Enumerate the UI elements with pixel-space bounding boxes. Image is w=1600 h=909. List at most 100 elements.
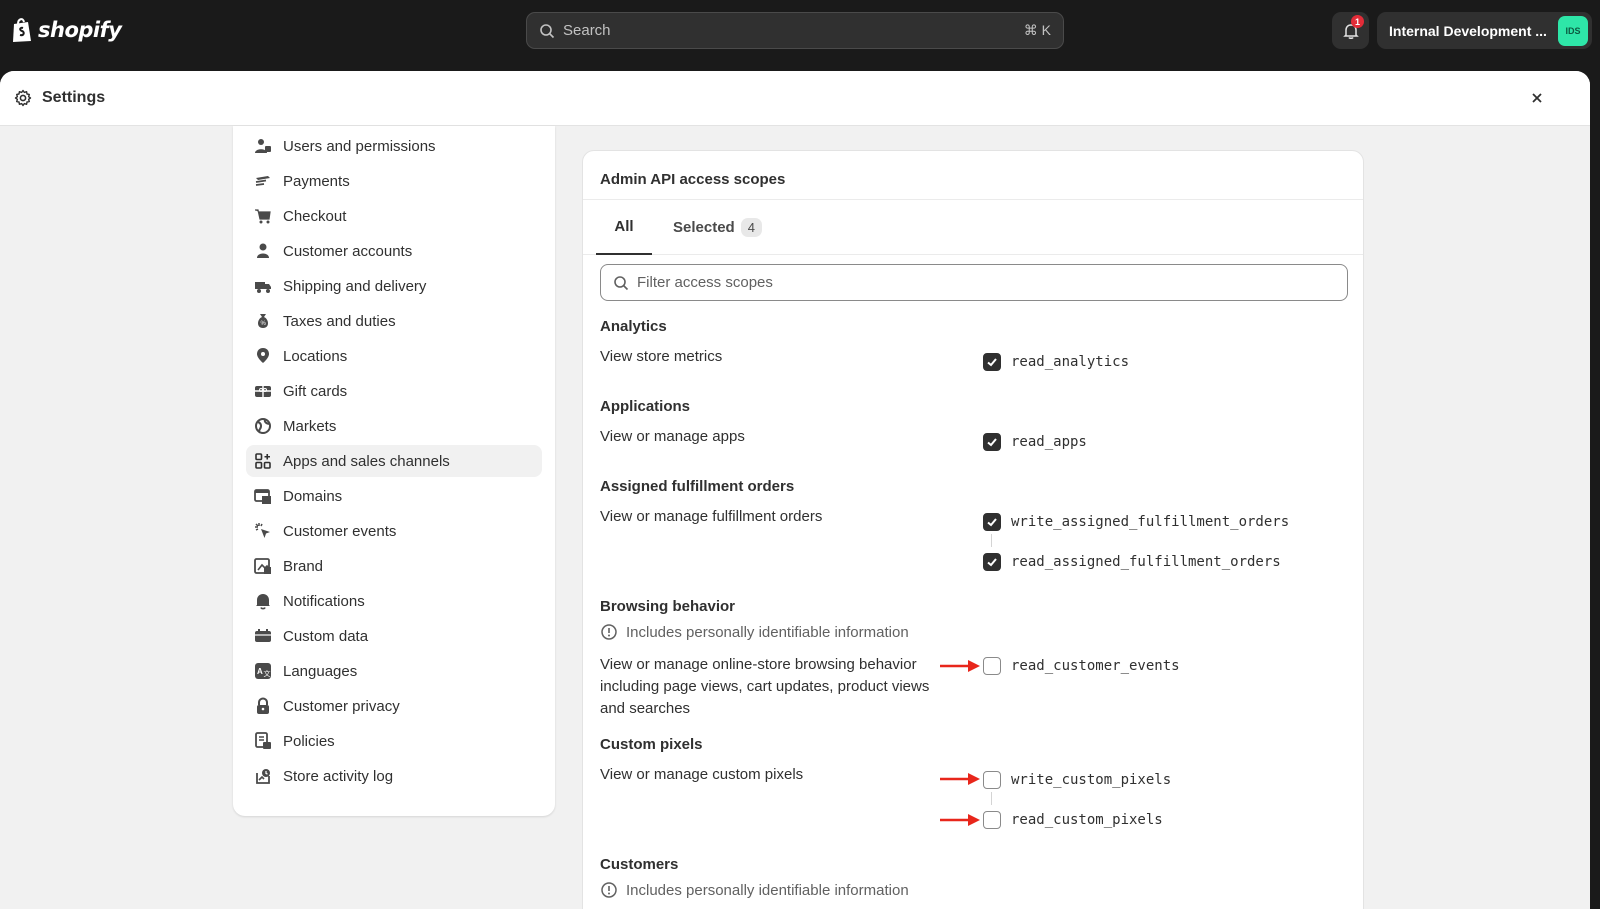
nav-item-custom-data[interactable]: Custom data <box>246 620 542 652</box>
scope-read-apps[interactable]: read_apps <box>983 432 1087 452</box>
close-icon[interactable] <box>1528 89 1546 107</box>
nav-item-customer-events[interactable]: Customer events <box>246 515 542 547</box>
nav-item-payments[interactable]: Payments <box>246 165 542 197</box>
nav-label: Store activity log <box>283 767 394 785</box>
nav-label: Payments <box>283 172 350 190</box>
nav-item-apps-and-sales-channels[interactable]: Apps and sales channels <box>246 445 542 477</box>
scope-name: write_custom_pixels <box>1011 772 1172 788</box>
store-switcher[interactable]: Internal Development ... IDS <box>1377 12 1592 49</box>
pii-note: Includes personally identifiable informa… <box>600 623 909 641</box>
scope-tabs: All Selected 4 <box>583 200 1363 255</box>
nav-label: Markets <box>283 417 337 435</box>
tax-icon: % <box>254 312 272 330</box>
nav-item-customer-privacy[interactable]: Customer privacy <box>246 690 542 722</box>
nav-item-shipping-and-delivery[interactable]: Shipping and delivery <box>246 270 542 302</box>
pii-note-text: Includes personally identifiable informa… <box>626 623 909 641</box>
checkmark-icon <box>987 438 997 447</box>
tab-selected[interactable]: Selected 4 <box>673 200 762 255</box>
policies-icon <box>254 732 272 750</box>
checkbox-unchecked[interactable] <box>983 771 1001 789</box>
checkmark-icon <box>987 518 997 527</box>
checkmark-icon <box>987 358 997 367</box>
pii-note-text: Includes personally identifiable informa… <box>626 881 909 899</box>
filter-scopes-field[interactable] <box>600 264 1348 301</box>
person-icon <box>254 242 272 260</box>
notifications-button[interactable]: 1 <box>1332 12 1369 49</box>
nav-label: Checkout <box>283 207 347 225</box>
annotation-arrow <box>940 773 980 785</box>
scope-write-custom-pixels[interactable]: write_custom_pixels <box>983 770 1171 790</box>
truck-icon <box>254 277 272 295</box>
payments-icon <box>254 172 272 190</box>
selected-count-badge: 4 <box>740 218 762 237</box>
store-avatar: IDS <box>1558 16 1588 46</box>
nav-label: Notifications <box>283 592 365 610</box>
section-desc-analytics: View store metrics <box>600 348 723 365</box>
shopify-logo[interactable]: shopify <box>10 16 122 44</box>
section-title-analytics: Analytics <box>600 318 667 335</box>
scope-connector <box>991 792 992 805</box>
checkbox-unchecked[interactable] <box>983 657 1001 675</box>
svg-text:%: % <box>261 321 267 327</box>
nav-label: Customer privacy <box>283 697 400 715</box>
settings-header: Settings <box>0 71 1590 126</box>
brand-icon <box>254 557 272 575</box>
checkbox-checked[interactable] <box>983 513 1001 531</box>
nav-item-locations[interactable]: Locations <box>246 340 542 372</box>
section-desc-browsing-behavior: View or manage online-store browsing beh… <box>600 656 930 717</box>
section-desc-applications: View or manage apps <box>600 428 745 445</box>
nav-item-gift-cards[interactable]: Gift cards <box>246 375 542 407</box>
svg-text:A: A <box>257 667 263 676</box>
apps-icon <box>254 452 272 470</box>
card-title: Admin API access scopes <box>600 171 786 188</box>
tab-all[interactable]: All <box>596 200 652 255</box>
scope-name: read_apps <box>1011 434 1087 450</box>
scope-name: write_assigned_fulfillment_orders <box>1011 514 1290 530</box>
tab-selected-label: Selected <box>673 219 735 236</box>
search-icon <box>540 23 555 38</box>
nav-label: Locations <box>283 347 348 365</box>
checkbox-checked[interactable] <box>983 553 1001 571</box>
scope-name: read_analytics <box>1011 354 1130 370</box>
nav-label: Shipping and delivery <box>283 277 427 295</box>
nav-item-customer-accounts[interactable]: Customer accounts <box>246 235 542 267</box>
domains-icon <box>254 487 272 505</box>
scope-write-assigned-fulfillment-orders[interactable]: write_assigned_fulfillment_orders <box>983 512 1289 532</box>
scope-read-analytics[interactable]: read_analytics <box>983 352 1129 372</box>
checkbox-checked[interactable] <box>983 433 1001 451</box>
checkbox-unchecked[interactable] <box>983 811 1001 829</box>
info-icon <box>601 882 617 898</box>
annotation-arrow <box>940 660 980 672</box>
scope-read-custom-pixels[interactable]: read_custom_pixels <box>983 810 1163 830</box>
nav-label: Apps and sales channels <box>283 452 450 470</box>
checkbox-checked[interactable] <box>983 353 1001 371</box>
nav-item-languages[interactable]: A文 Languages <box>246 655 542 687</box>
nav-item-users-and-permissions[interactable]: Users and permissions <box>246 130 542 162</box>
gift-card-icon <box>254 382 272 400</box>
nav-item-markets[interactable]: Markets <box>246 410 542 442</box>
top-bar: shopify Search ⌘ K 1 Internal Developmen… <box>0 0 1600 70</box>
nav-item-notifications[interactable]: Notifications <box>246 585 542 617</box>
section-title-applications: Applications <box>600 398 691 415</box>
nav-label: Customer accounts <box>283 242 413 260</box>
location-icon <box>254 347 272 365</box>
search-icon <box>614 275 629 290</box>
nav-label: Policies <box>283 732 335 750</box>
nav-item-brand[interactable]: Brand <box>246 550 542 582</box>
filter-scopes-input[interactable] <box>637 274 1317 291</box>
nav-item-checkout[interactable]: Checkout <box>246 200 542 232</box>
nav-item-policies[interactable]: Policies <box>246 725 542 757</box>
section-desc-custom-pixels: View or manage custom pixels <box>600 766 804 783</box>
scope-read-assigned-fulfillment-orders[interactable]: read_assigned_fulfillment_orders <box>983 552 1281 572</box>
bell-icon <box>254 592 272 610</box>
nav-item-store-activity-log[interactable]: Store activity log <box>246 760 542 792</box>
nav-item-taxes-and-duties[interactable]: % Taxes and duties <box>246 305 542 337</box>
tab-all-label: All <box>614 218 634 235</box>
section-title-browsing-behavior: Browsing behavior <box>600 598 736 615</box>
section-title-custom-pixels: Custom pixels <box>600 736 703 753</box>
scope-read-customer-events[interactable]: read_customer_events <box>983 656 1180 676</box>
nav-label: Customer events <box>283 522 397 540</box>
global-search[interactable]: Search ⌘ K <box>526 12 1064 49</box>
nav-item-domains[interactable]: Domains <box>246 480 542 512</box>
store-name: Internal Development ... <box>1389 22 1547 39</box>
